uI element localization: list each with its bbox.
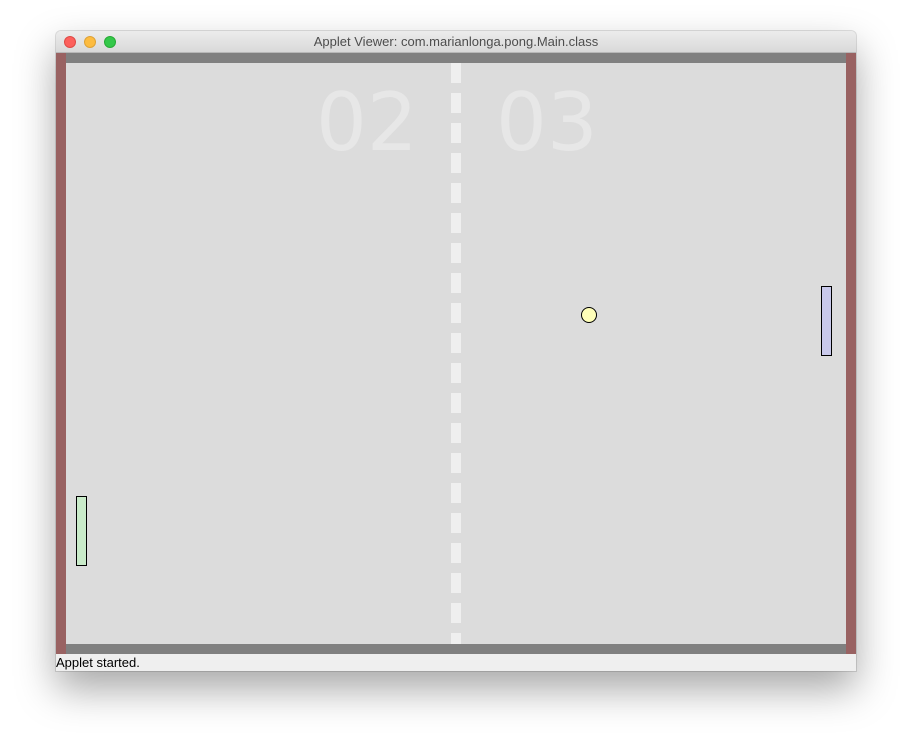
center-net xyxy=(451,63,461,644)
status-text: Applet started. xyxy=(56,655,140,670)
right-paddle xyxy=(821,286,832,356)
ball xyxy=(581,307,597,323)
pong-game-canvas[interactable]: 02 03 xyxy=(56,53,856,654)
left-player-score: 02 xyxy=(316,76,418,169)
window-title: Applet Viewer: com.marianlonga.pong.Main… xyxy=(313,34,599,49)
right-player-score: 03 xyxy=(496,76,598,169)
title-bar[interactable]: Applet Viewer: com.marianlonga.pong.Main… xyxy=(56,31,856,53)
top-wall xyxy=(56,53,856,63)
applet-viewer-window: Applet Viewer: com.marianlonga.pong.Main… xyxy=(56,31,856,671)
left-wall xyxy=(56,53,66,654)
left-paddle xyxy=(76,496,87,566)
status-bar: Applet started. xyxy=(56,654,856,671)
right-wall xyxy=(846,53,856,654)
bottom-wall xyxy=(56,644,856,654)
